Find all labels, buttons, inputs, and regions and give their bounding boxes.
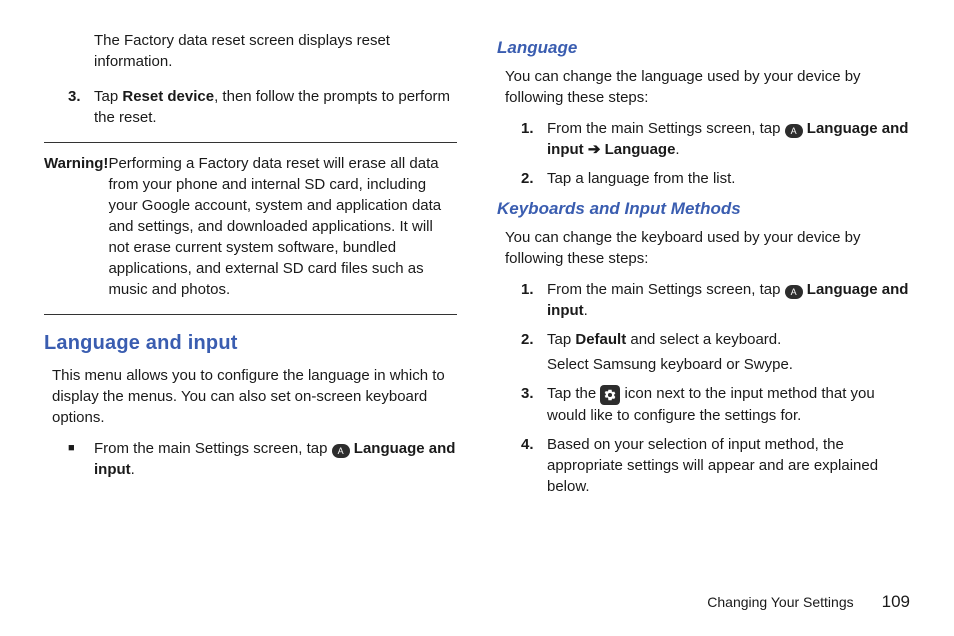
keyboard-step-4: 4. Based on your selection of input meth… xyxy=(521,434,910,497)
text: From the main Settings screen, tap xyxy=(94,440,332,457)
sub-text: Select Samsung keyboard or Swype. xyxy=(547,354,910,375)
text: Tap xyxy=(94,88,122,105)
letter-a-icon: A xyxy=(785,285,803,299)
step-number: 2. xyxy=(521,168,547,189)
right-column: Language You can change the language use… xyxy=(497,30,910,626)
text: . xyxy=(675,141,679,158)
intro-text: This menu allows you to configure the la… xyxy=(52,365,457,428)
language-step-2: 2. Tap a language from the list. xyxy=(521,168,910,189)
bullet-body: From the main Settings screen, tap A Lan… xyxy=(94,438,457,480)
text: . xyxy=(131,461,135,478)
step-number: 3. xyxy=(68,86,94,128)
heading-language: Language xyxy=(497,36,910,60)
bullet-marker: ■ xyxy=(68,438,94,480)
step-number: 2. xyxy=(521,329,547,375)
text: Tap the xyxy=(547,385,600,402)
divider xyxy=(44,314,457,315)
page-footer: Changing Your Settings 109 xyxy=(707,592,910,612)
language-step-1: 1. From the main Settings screen, tap A … xyxy=(521,118,910,160)
letter-a-icon: A xyxy=(785,124,803,138)
step-body: Tap a language from the list. xyxy=(547,168,910,189)
heading-language-and-input: Language and input xyxy=(44,329,457,357)
page-number: 109 xyxy=(882,592,910,612)
arrow-icon: ➔ xyxy=(588,141,601,158)
section-title: Changing Your Settings xyxy=(707,594,853,610)
step-number: 4. xyxy=(521,434,547,497)
keyboard-step-3: 3. Tap the icon next to the input method… xyxy=(521,383,910,426)
step-body: Tap the icon next to the input method th… xyxy=(547,383,910,426)
page: The Factory data reset screen displays r… xyxy=(0,0,954,636)
reset-info-text: The Factory data reset screen displays r… xyxy=(94,30,457,72)
text: From the main Settings screen, tap xyxy=(547,120,785,137)
text: Tap xyxy=(547,331,575,348)
text: and select a keyboard. xyxy=(626,331,781,348)
bullet-settings-path: ■ From the main Settings screen, tap A L… xyxy=(68,438,457,480)
heading-keyboards: Keyboards and Input Methods xyxy=(497,197,910,221)
reset-step-3: 3. Tap Reset device, then follow the pro… xyxy=(68,86,457,128)
step-body: Based on your selection of input method,… xyxy=(547,434,910,497)
text: . xyxy=(584,302,588,319)
step-number: 1. xyxy=(521,118,547,160)
intro-keyboards: You can change the keyboard used by your… xyxy=(505,227,910,269)
step-body: Tap Reset device, then follow the prompt… xyxy=(94,86,457,128)
warning-text: Performing a Factory data reset will era… xyxy=(108,153,457,300)
letter-a-icon: A xyxy=(332,444,350,458)
gear-icon xyxy=(600,385,620,405)
step-body: From the main Settings screen, tap A Lan… xyxy=(547,279,910,321)
warning-label: Warning! xyxy=(44,153,108,300)
step-body: Tap Default and select a keyboard. Selec… xyxy=(547,329,910,375)
step-number: 3. xyxy=(521,383,547,426)
step-body: From the main Settings screen, tap A Lan… xyxy=(547,118,910,160)
step-number: 1. xyxy=(521,279,547,321)
default-label: Default xyxy=(575,331,626,348)
menu-label: Language xyxy=(600,141,675,158)
keyboard-step-1: 1. From the main Settings screen, tap A … xyxy=(521,279,910,321)
reset-device-label: Reset device xyxy=(122,88,214,105)
warning-block: Warning! Performing a Factory data reset… xyxy=(44,153,457,300)
intro-language: You can change the language used by your… xyxy=(505,66,910,108)
divider xyxy=(44,142,457,143)
text: From the main Settings screen, tap xyxy=(547,281,785,298)
keyboard-step-2: 2. Tap Default and select a keyboard. Se… xyxy=(521,329,910,375)
left-column: The Factory data reset screen displays r… xyxy=(44,30,457,626)
